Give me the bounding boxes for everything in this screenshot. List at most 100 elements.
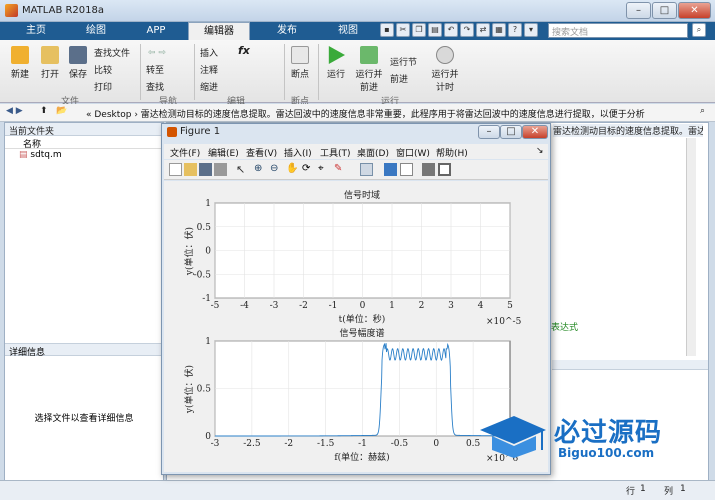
spectrum-xtick-label: -1 xyxy=(358,439,367,449)
fx-button[interactable]: fx xyxy=(238,44,250,57)
comment-button[interactable]: 注释 xyxy=(200,63,218,76)
spectrum-ytick-label: 0.5 xyxy=(197,385,212,395)
zoom-out-icon[interactable]: ⊖ xyxy=(270,163,283,176)
menu-desktop[interactable]: 桌面(D) xyxy=(357,146,389,159)
time-ytick-label: 0.5 xyxy=(197,223,212,233)
row-label: 行 xyxy=(626,487,636,497)
cut-icon[interactable]: ✂ xyxy=(396,23,410,37)
menu-view[interactable]: 查看(V) xyxy=(246,146,277,159)
group-divider xyxy=(140,44,141,100)
zoom-in-icon[interactable]: ⊕ xyxy=(254,163,267,176)
colorbar-icon[interactable] xyxy=(384,163,397,176)
menu-dock-icon[interactable]: ↘ xyxy=(536,146,544,156)
minimize-button[interactable]: – xyxy=(626,2,651,19)
time-ylabel: y(单位：伏) xyxy=(183,227,195,276)
advance-button[interactable]: 前进 xyxy=(390,72,408,85)
help-icon[interactable]: ? xyxy=(508,23,522,37)
hide-tools-icon[interactable] xyxy=(422,163,435,176)
undo-icon[interactable]: ↶ xyxy=(444,23,458,37)
rotate-icon[interactable]: ⟳ xyxy=(302,163,315,176)
search-docs-input[interactable]: 搜索文档 xyxy=(548,23,688,38)
show-tools-icon[interactable] xyxy=(438,163,451,176)
menu-help[interactable]: 帮助(H) xyxy=(436,146,468,159)
details-header: 详细信息 xyxy=(5,343,163,358)
save-icon[interactable]: ▪ xyxy=(380,23,394,37)
close-button[interactable]: ✕ xyxy=(678,2,711,19)
new-icon xyxy=(11,46,29,64)
run-and-time-button[interactable]: 运行并 计时 xyxy=(428,46,462,93)
up-folder-icon[interactable]: ⬆ xyxy=(40,106,48,116)
breakpoints-button[interactable]: 断点 xyxy=(288,46,312,80)
tab-view[interactable]: 视图 xyxy=(320,22,376,40)
legend-icon[interactable] xyxy=(400,163,413,176)
tab-home[interactable]: 主页 xyxy=(8,22,64,40)
menu-window[interactable]: 窗口(W) xyxy=(396,146,430,159)
pan-hand-icon[interactable]: ✋ xyxy=(286,163,299,176)
scrollbar[interactable] xyxy=(686,138,696,356)
figure-maximize-button[interactable]: □ xyxy=(500,125,522,139)
menu-file[interactable]: 文件(F) xyxy=(170,146,200,159)
browse-folder-icon[interactable]: 📂 xyxy=(56,106,67,116)
time-xtick-label: 4 xyxy=(478,301,484,311)
save-button[interactable]: 保存 xyxy=(64,46,92,80)
spectrum-ytick-label: 0 xyxy=(205,432,211,442)
open-button[interactable]: 打开 xyxy=(36,46,64,80)
time-x-multiplier: ×10^-5 xyxy=(486,317,522,327)
run-advance-icon xyxy=(360,46,378,64)
current-path[interactable]: « Desktop › 雷达检测动目标的速度信息提取。雷达回波中的速度信息非常重… xyxy=(86,107,645,120)
new-button[interactable]: 新建 xyxy=(6,46,34,80)
paste-icon[interactable]: ▤ xyxy=(428,23,442,37)
list-item[interactable]: ▤ sdtq.m xyxy=(5,149,163,163)
col-value: 1 xyxy=(680,484,686,494)
redo-icon[interactable]: ↷ xyxy=(460,23,474,37)
run-button[interactable]: 运行 xyxy=(322,46,350,80)
time-ytick-label: -0.5 xyxy=(194,270,212,280)
menu-tools[interactable]: 工具(T) xyxy=(320,146,351,159)
figure-minimize-button[interactable]: – xyxy=(478,125,500,139)
brush-icon[interactable]: ✎ xyxy=(334,163,347,176)
switch-windows-icon[interactable]: ⇄ xyxy=(476,23,490,37)
time-xtick-label: 5 xyxy=(507,301,513,311)
figure-icon xyxy=(167,127,177,137)
indent-button[interactable]: 缩进 xyxy=(200,80,218,93)
find-files-button[interactable]: 查找文件 xyxy=(94,46,130,59)
tab-plots[interactable]: 绘图 xyxy=(68,22,124,40)
column-header-name[interactable]: 名称 xyxy=(5,136,163,150)
current-folder-panel: 当前文件夹 名称 ▤ sdtq.m 详细信息 选择文件以查看详细信息 xyxy=(4,122,164,494)
group-divider xyxy=(194,44,195,100)
link-plot-icon[interactable] xyxy=(360,163,373,176)
save-disk-icon xyxy=(69,46,87,64)
dropdown-icon[interactable]: ▾ xyxy=(524,23,538,37)
print-button[interactable]: 打印 xyxy=(94,80,112,93)
find-button[interactable]: 查找 xyxy=(146,80,164,93)
open-file-icon[interactable] xyxy=(184,163,197,176)
print-figure-icon[interactable] xyxy=(214,163,227,176)
copy-icon[interactable]: ❐ xyxy=(412,23,426,37)
pointer-icon[interactable]: ↖ xyxy=(236,163,249,176)
layout-icon[interactable]: ▦ xyxy=(492,23,506,37)
group-divider xyxy=(284,44,285,100)
nav-back-button[interactable]: ⇦ ⇨ xyxy=(148,48,166,58)
tab-editor[interactable]: 编辑器 xyxy=(188,22,250,41)
menu-edit[interactable]: 编辑(E) xyxy=(208,146,239,159)
back-forward-icon[interactable]: ◀ ▶ xyxy=(6,106,23,116)
compare-button[interactable]: 比较 xyxy=(94,63,112,76)
time-xtick-label: 0 xyxy=(360,301,366,311)
new-figure-icon[interactable] xyxy=(169,163,182,176)
data-cursor-icon[interactable]: ⌖ xyxy=(318,163,331,176)
insert-button[interactable]: 插入 xyxy=(200,46,218,59)
tab-publish[interactable]: 发布 xyxy=(256,22,318,40)
breakpoint-icon xyxy=(291,46,309,64)
maximize-button[interactable]: □ xyxy=(652,2,677,19)
run-advance-button[interactable]: 运行并 前进 xyxy=(352,46,386,93)
goto-button[interactable]: 转至 xyxy=(146,63,164,76)
tab-apps[interactable]: APP xyxy=(128,22,184,40)
menu-insert[interactable]: 插入(I) xyxy=(284,146,312,159)
time-xlabel: t(单位：秒) xyxy=(339,313,386,325)
figure-close-button[interactable]: ✕ xyxy=(522,125,548,139)
search-icon[interactable]: ⌕ xyxy=(700,106,705,116)
run-section-button[interactable]: 运行节 xyxy=(390,55,417,68)
editor-tab[interactable]: 雷达检测动目标的速度信息提取。雷达回波中的速度信息非常重要... xyxy=(553,124,703,137)
search-icon[interactable]: ⌕ xyxy=(692,23,706,37)
save-figure-icon[interactable] xyxy=(199,163,212,176)
